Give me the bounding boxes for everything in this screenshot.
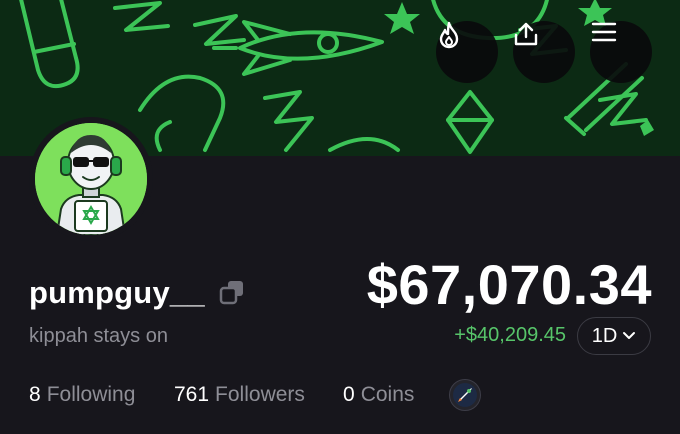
coins-stat[interactable]: 0 Coins [343,383,414,407]
followers-stat[interactable]: 761 Followers [174,383,305,407]
menu-icon [591,22,617,42]
followers-label: Followers [215,383,305,406]
following-label: Following [46,383,136,406]
avatar-image [35,123,147,235]
share-icon [514,22,538,46]
coins-count: 0 [343,383,355,406]
timeframe-label: 1D [591,324,618,347]
following-count: 8 [29,383,41,406]
profile-bio: kippah stays on [29,325,168,347]
menu-button[interactable] [590,21,652,83]
rocket-badge-icon [453,383,477,407]
portfolio-change: +$40,209.45 [454,324,566,346]
following-stat[interactable]: 8 Following [29,383,135,407]
fire-button[interactable] [436,21,498,83]
chevron-down-icon [623,332,636,339]
fire-icon [439,21,459,49]
coins-label: Coins [360,383,415,406]
avatar[interactable] [29,117,153,241]
coin-badge[interactable] [449,379,481,411]
portfolio-balance: $67,070.34 [366,253,652,316]
robot-avatar-illustration [35,123,147,235]
share-button[interactable] [513,21,575,83]
copy-icon[interactable] [219,279,245,305]
timeframe-selector[interactable]: 1D [577,317,651,355]
username: pumpguy__ [29,275,205,310]
followers-count: 761 [174,383,210,406]
